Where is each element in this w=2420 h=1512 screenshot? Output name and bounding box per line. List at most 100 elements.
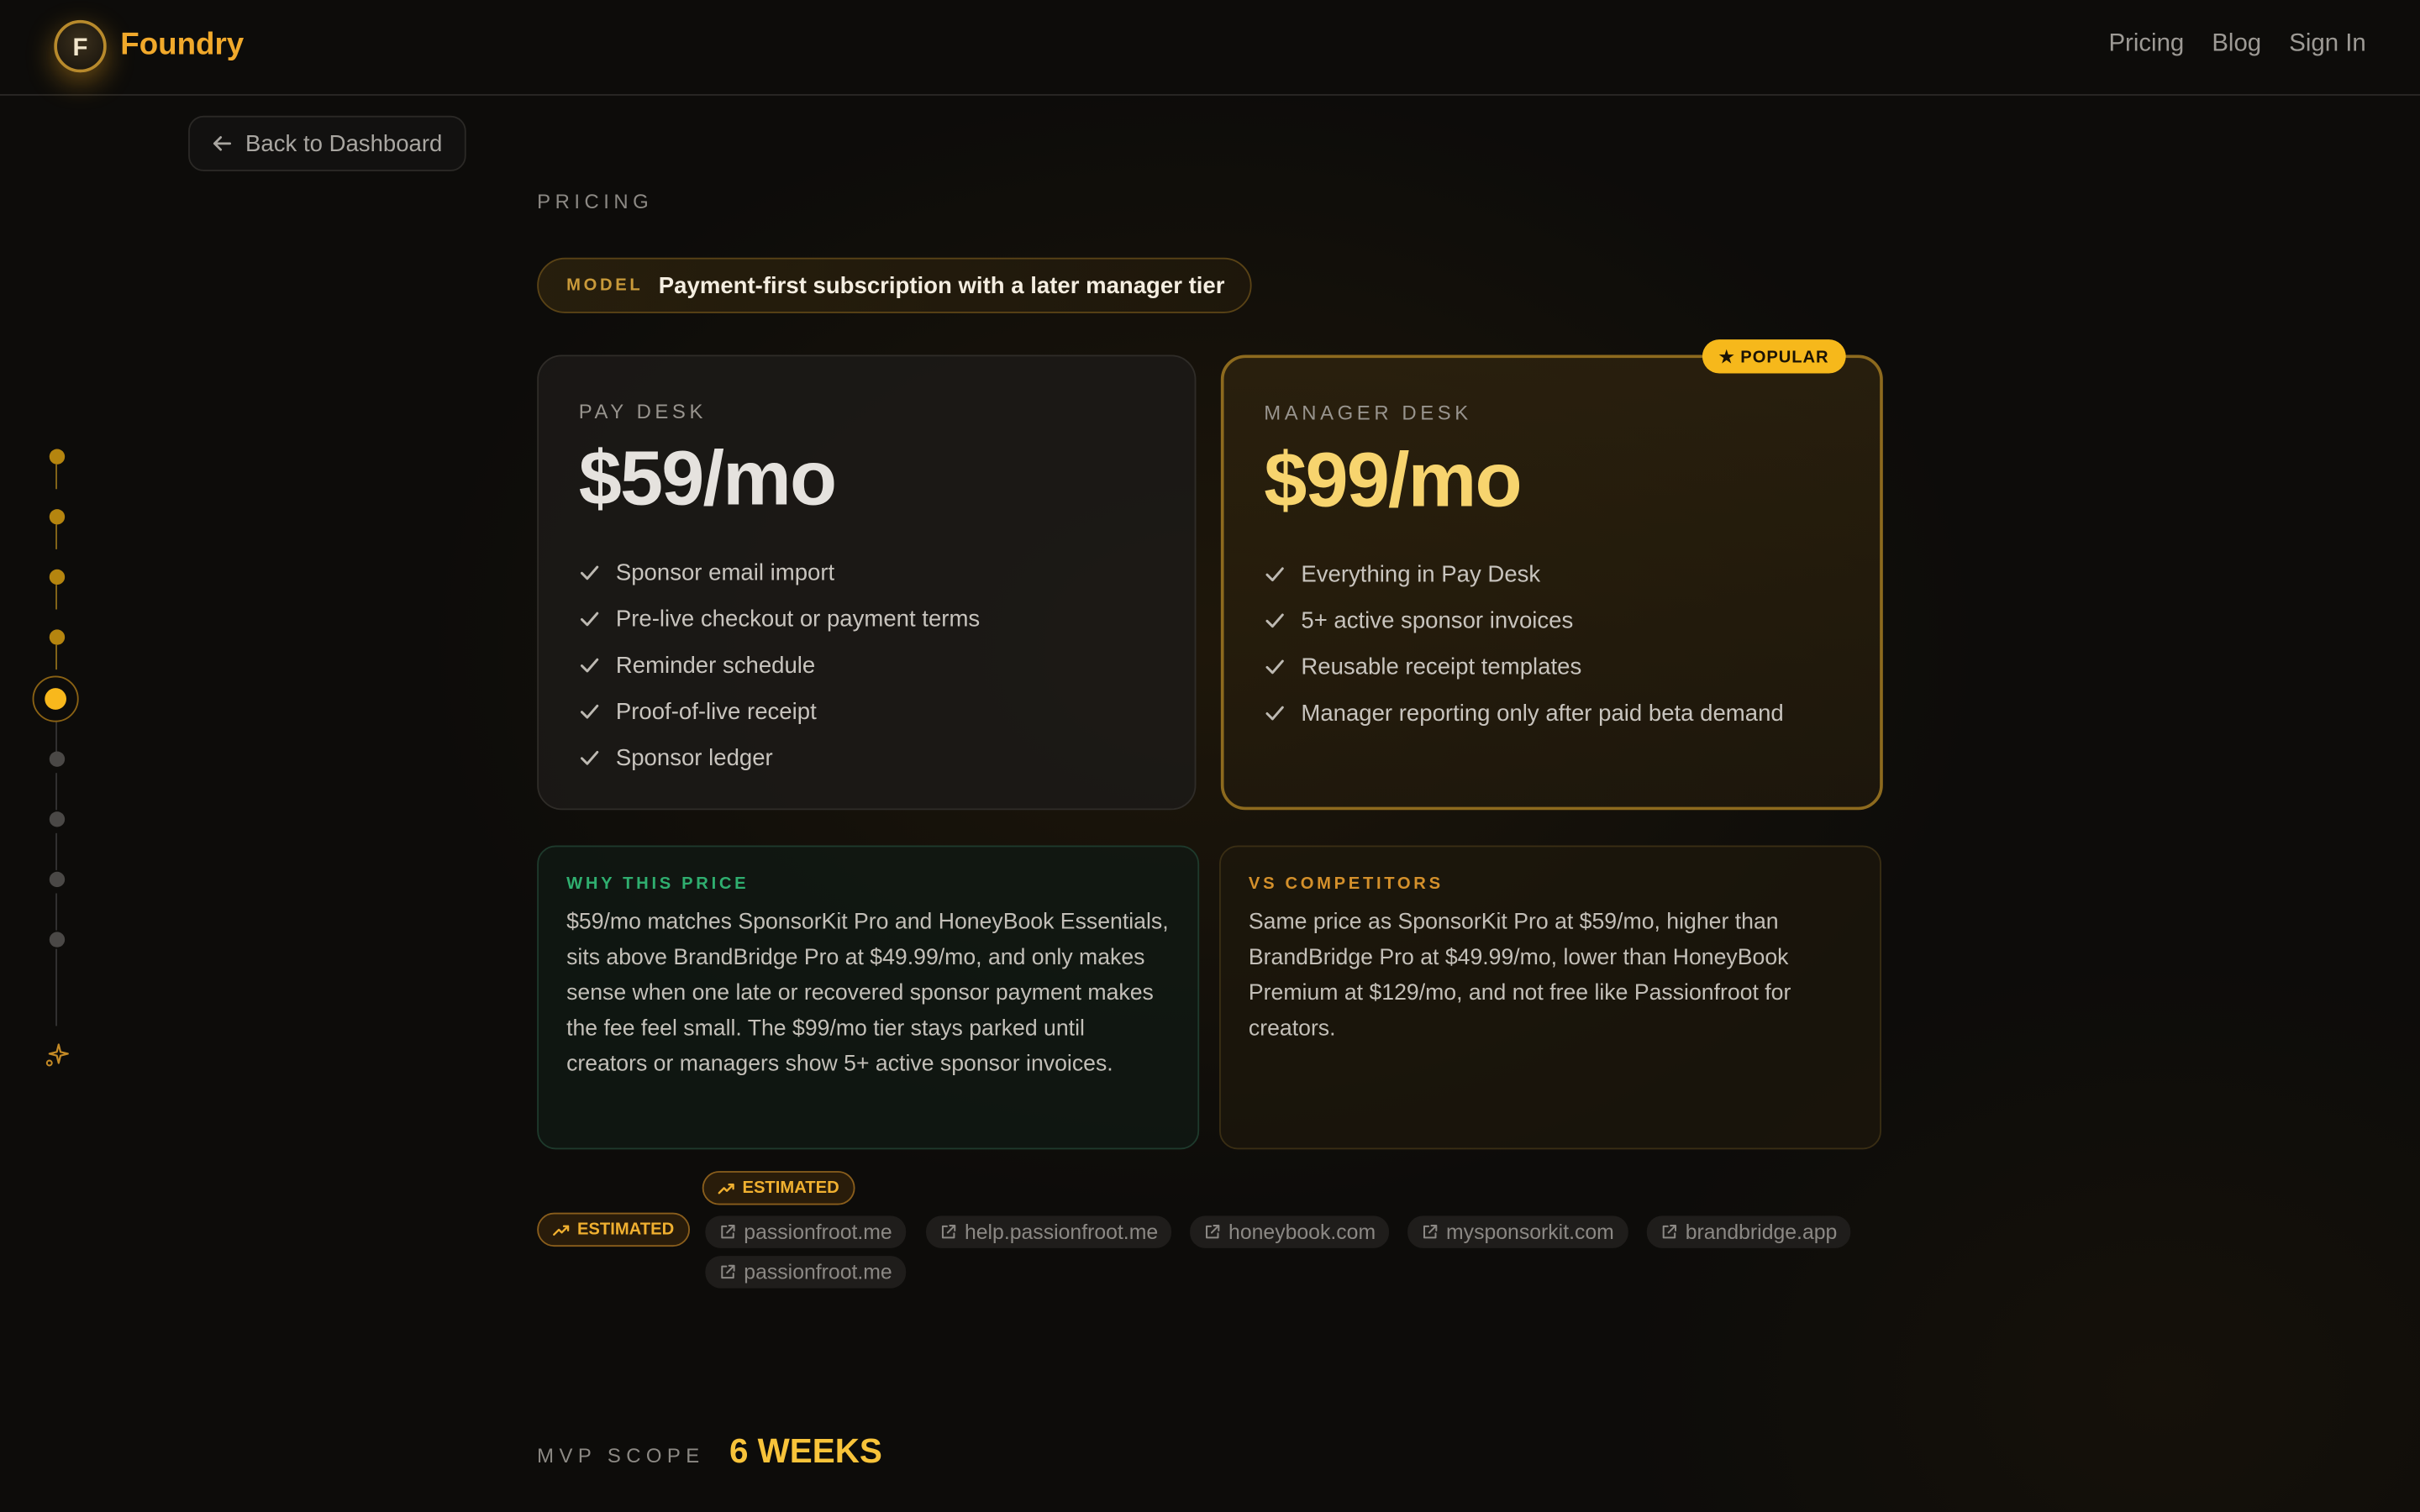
external-link-icon bbox=[1662, 1225, 1677, 1239]
source-link[interactable]: honeybook.com bbox=[1190, 1215, 1390, 1248]
top-bar: F Foundry Pricing Blog Sign In bbox=[0, 0, 2420, 96]
source-label: passionfroot.me bbox=[744, 1260, 892, 1284]
brand-name[interactable]: Foundry bbox=[120, 28, 244, 63]
vs-competitors-panel: VS COMPETITORS Same price as SponsorKit … bbox=[1219, 845, 1881, 1150]
vs-title: VS COMPETITORS bbox=[1248, 874, 1444, 894]
feature-item: Reusable receipt templates bbox=[1264, 643, 1839, 690]
timeline-connector bbox=[55, 524, 57, 549]
check-icon bbox=[580, 658, 599, 673]
source-link[interactable]: mysponsorkit.com bbox=[1407, 1215, 1628, 1248]
external-link-icon bbox=[721, 1264, 735, 1279]
feature-text: Proof-of-live receipt bbox=[615, 698, 817, 725]
external-link-icon bbox=[1206, 1225, 1220, 1239]
check-icon bbox=[580, 612, 599, 627]
feature-item: Sponsor ledger bbox=[579, 734, 1155, 780]
check-icon bbox=[580, 750, 599, 765]
trending-up-icon bbox=[553, 1224, 570, 1236]
timeline-connector bbox=[55, 773, 57, 811]
feature-text: Sponsor email import bbox=[615, 559, 835, 586]
external-link-icon bbox=[941, 1225, 956, 1239]
check-icon bbox=[1265, 567, 1284, 582]
timeline-connector bbox=[55, 585, 57, 610]
plan-name: MANAGER DESK bbox=[1264, 401, 1472, 425]
source-link[interactable]: help.passionfroot.me bbox=[926, 1215, 1172, 1248]
source-label: help.passionfroot.me bbox=[964, 1220, 1159, 1244]
source-link[interactable]: passionfroot.me bbox=[705, 1256, 907, 1289]
check-icon bbox=[580, 565, 599, 580]
external-link-icon bbox=[1423, 1225, 1438, 1239]
source-label: mysponsorkit.com bbox=[1446, 1220, 1614, 1244]
trending-up-icon bbox=[718, 1183, 734, 1194]
check-icon bbox=[580, 704, 599, 719]
timeline-connector bbox=[55, 948, 57, 1026]
progress-timeline bbox=[31, 432, 83, 1079]
feature-text: Pre-live checkout or payment terms bbox=[615, 605, 981, 633]
plan-features: Sponsor email import Pre-live checkout o… bbox=[579, 549, 1155, 781]
feature-item: 5+ active sponsor invoices bbox=[1264, 597, 1839, 643]
feature-text: Everything in Pay Desk bbox=[1301, 560, 1541, 587]
mvp-label: MVP SCOPE bbox=[537, 1444, 705, 1467]
logo[interactable]: F bbox=[54, 19, 107, 73]
nav-blog[interactable]: Blog bbox=[2212, 31, 2261, 59]
feature-item: Proof-of-live receipt bbox=[579, 688, 1155, 734]
top-nav: Pricing Blog Sign In bbox=[2108, 31, 2365, 59]
timeline-step-1[interactable] bbox=[49, 449, 66, 465]
feature-item: Everything in Pay Desk bbox=[1264, 551, 1839, 597]
source-label: brandbridge.app bbox=[1685, 1220, 1838, 1244]
source-label: honeybook.com bbox=[1228, 1220, 1376, 1244]
timeline-step-3[interactable] bbox=[49, 569, 66, 585]
feature-item: Reminder schedule bbox=[579, 642, 1155, 688]
why-body: $59/mo matches SponsorKit Pro and HoneyB… bbox=[566, 910, 1169, 1078]
mvp-value: 6 WEEKS bbox=[729, 1431, 882, 1471]
model-pill: MODEL Payment-first subscription with a … bbox=[537, 257, 1251, 313]
popular-badge: ★ POPULAR bbox=[1702, 339, 1846, 374]
vs-body: Same price as SponsorKit Pro at $59/mo, … bbox=[1248, 910, 1791, 1042]
feature-text: Reminder schedule bbox=[615, 652, 816, 679]
check-icon bbox=[1265, 706, 1284, 721]
feature-text: 5+ active sponsor invoices bbox=[1301, 606, 1574, 633]
feature-item: Manager reporting only after paid beta d… bbox=[1264, 690, 1839, 736]
source-label: passionfroot.me bbox=[744, 1220, 892, 1244]
feature-text: Sponsor ledger bbox=[615, 744, 773, 771]
timeline-step-9[interactable] bbox=[49, 932, 66, 948]
estimated-label: ESTIMATED bbox=[576, 1220, 675, 1239]
timeline-step-4[interactable] bbox=[49, 629, 66, 645]
timeline-connector bbox=[55, 464, 57, 490]
sparkle-icon[interactable] bbox=[45, 1043, 69, 1068]
timeline-step-2[interactable] bbox=[49, 509, 66, 525]
feature-text: Manager reporting only after paid beta d… bbox=[1301, 699, 1784, 727]
source-link[interactable]: brandbridge.app bbox=[1646, 1215, 1851, 1248]
why-this-price-panel: WHY THIS PRICE $59/mo matches SponsorKit… bbox=[537, 845, 1200, 1150]
plan-price: $59/mo bbox=[578, 434, 837, 522]
check-icon bbox=[1265, 659, 1284, 675]
back-to-dashboard-button[interactable]: Back to Dashboard bbox=[188, 115, 466, 171]
estimated-badge: ESTIMATED bbox=[537, 1212, 690, 1247]
timeline-step-5-current[interactable] bbox=[32, 675, 79, 722]
timeline-current-marker bbox=[45, 688, 66, 710]
source-link[interactable]: passionfroot.me bbox=[705, 1215, 907, 1248]
timeline-step-6[interactable] bbox=[49, 751, 66, 767]
external-link-icon bbox=[721, 1225, 735, 1239]
plan-features: Everything in Pay Desk 5+ active sponsor… bbox=[1264, 551, 1839, 736]
feature-text: Reusable receipt templates bbox=[1301, 653, 1582, 680]
timeline-step-8[interactable] bbox=[49, 871, 66, 888]
plan-card-pay-desk[interactable]: PAY DESK $59/mo Sponsor email import Pre… bbox=[537, 354, 1197, 811]
plan-price: $99/mo bbox=[1264, 436, 1522, 523]
timeline-step-7[interactable] bbox=[49, 811, 66, 827]
model-label: MODEL bbox=[566, 276, 644, 295]
plan-card-manager-desk[interactable]: ★ POPULAR MANAGER DESK $99/mo Everything… bbox=[1220, 339, 1883, 811]
model-text: Payment-first subscription with a later … bbox=[658, 272, 1225, 299]
arrow-left-icon bbox=[213, 136, 232, 151]
section-label: PRICING bbox=[537, 189, 654, 213]
timeline-connector bbox=[55, 893, 57, 931]
why-title: WHY THIS PRICE bbox=[566, 874, 750, 894]
check-icon bbox=[1265, 613, 1284, 628]
nav-pricing[interactable]: Pricing bbox=[2108, 31, 2184, 59]
timeline-connector bbox=[55, 644, 57, 670]
feature-item: Pre-live checkout or payment terms bbox=[579, 596, 1155, 642]
estimated-label: ESTIMATED bbox=[742, 1179, 839, 1198]
plan-name: PAY DESK bbox=[578, 399, 707, 423]
nav-sign-in[interactable]: Sign In bbox=[2289, 31, 2365, 59]
mvp-scope: MVP SCOPE 6 WEEKS bbox=[537, 1431, 882, 1472]
timeline-connector bbox=[55, 832, 57, 870]
